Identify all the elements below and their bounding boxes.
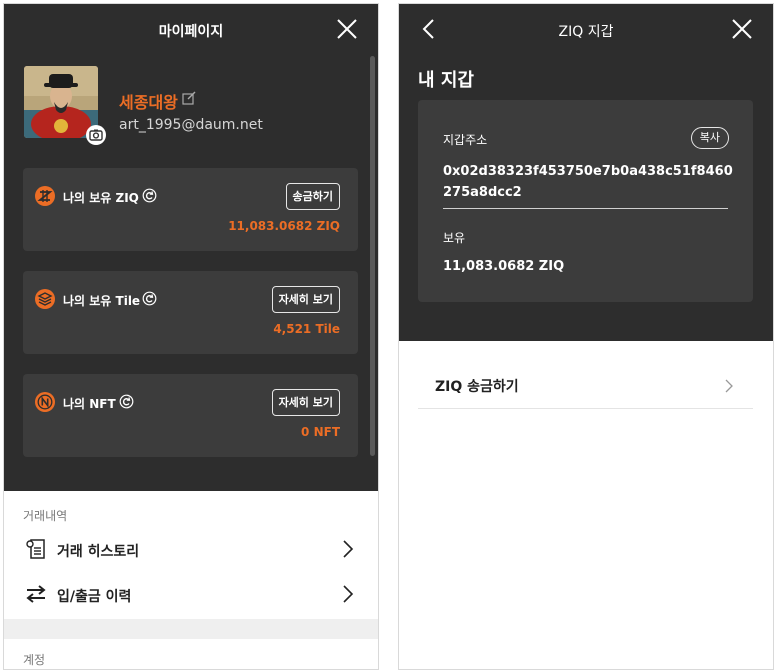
ziq-balance-card: 나의 보유 ZIQ 송금하기 11,083.0682 ZIQ xyxy=(23,168,358,251)
section-label-transactions: 거래내역 xyxy=(23,509,68,523)
refresh-icon[interactable] xyxy=(119,394,134,409)
send-ziq-label: ZIQ 송금하기 xyxy=(435,379,519,395)
receipt-icon xyxy=(26,539,45,559)
close-icon[interactable] xyxy=(336,18,358,40)
close-icon[interactable] xyxy=(731,18,753,40)
section-label-account: 계정 xyxy=(23,653,46,667)
wallet-heading: 내 지갑 xyxy=(418,70,474,91)
mypage-menu-area: 거래내역 거래 히스토리 입/출금 이력 계정 xyxy=(4,491,378,669)
transfer-arrows-icon xyxy=(26,585,46,603)
nft-coin-icon xyxy=(35,392,55,412)
page-title: 마이페이지 xyxy=(158,24,224,40)
tile-stack-icon xyxy=(35,289,55,309)
nft-balance-value: 0 NFT xyxy=(301,425,340,439)
mypage-panel: 마이페이지 세종대왕 art_1995@daum.net 나의 보유 ZIQ 송… xyxy=(3,3,379,670)
card-label: 나의 보유 ZIQ xyxy=(63,191,139,205)
section-divider xyxy=(4,619,378,639)
send-ziq-row[interactable]: ZIQ 송금하기 xyxy=(418,365,753,409)
card-label: 나의 NFT xyxy=(63,397,116,411)
wallet-address: 0x02d38323f453750e7b0a438c51f8460275a8dc… xyxy=(443,164,733,200)
refresh-icon[interactable] xyxy=(142,291,157,306)
card-label: 나의 보유 Tile xyxy=(63,294,141,308)
chevron-right-icon xyxy=(725,379,733,393)
menu-item-history[interactable]: 거래 히스토리 xyxy=(4,529,378,569)
ziq-coin-icon xyxy=(35,186,55,206)
copy-address-button[interactable]: 복사 xyxy=(690,127,729,149)
menu-label: 거래 히스토리 xyxy=(57,544,140,560)
tile-details-button[interactable]: 자세히 보기 xyxy=(271,286,340,313)
camera-icon xyxy=(89,129,103,141)
ziq-balance-value: 11,083.0682 ZIQ xyxy=(228,219,340,233)
wallet-balance: 11,083.0682 ZIQ xyxy=(443,259,565,274)
scrollbar[interactable] xyxy=(370,56,375,456)
change-photo-button[interactable] xyxy=(86,125,106,145)
wallet-card: 지갑주소 복사 0x02d38323f453750e7b0a438c51f846… xyxy=(418,100,753,302)
address-label: 지갑주소 xyxy=(443,133,488,147)
wallet-dark-area: ZIQ 지갑 내 지갑 지갑주소 복사 0x02d38323f453750e7b… xyxy=(399,4,773,341)
wallet-header: ZIQ 지갑 xyxy=(399,4,773,56)
nft-balance-card: 나의 NFT 자세히 보기 0 NFT xyxy=(23,374,358,457)
edit-icon[interactable] xyxy=(181,90,197,106)
profile-email: art_1995@daum.net xyxy=(119,117,263,133)
profile-name: 세종대왕 xyxy=(119,93,178,112)
menu-item-deposit-withdraw[interactable]: 입/출금 이력 xyxy=(4,574,378,614)
mypage-dark-area: 마이페이지 세종대왕 art_1995@daum.net 나의 보유 ZIQ 송… xyxy=(4,4,378,491)
divider xyxy=(443,208,728,209)
wallet-panel: ZIQ 지갑 내 지갑 지갑주소 복사 0x02d38323f453750e7b… xyxy=(398,3,774,670)
nft-details-button[interactable]: 자세히 보기 xyxy=(271,389,340,416)
refresh-icon[interactable] xyxy=(142,188,157,203)
page-title: ZIQ 지갑 xyxy=(558,24,614,40)
chevron-right-icon xyxy=(343,585,354,603)
tile-balance-value: 4,521 Tile xyxy=(273,322,340,336)
send-ziq-button[interactable]: 송금하기 xyxy=(285,183,340,210)
mypage-header: 마이페이지 xyxy=(4,4,378,56)
tile-balance-card: 나의 보유 Tile 자세히 보기 4,521 Tile xyxy=(23,271,358,354)
chevron-right-icon xyxy=(343,540,354,558)
balance-label: 보유 xyxy=(443,231,466,245)
menu-label: 입/출금 이력 xyxy=(57,589,132,605)
